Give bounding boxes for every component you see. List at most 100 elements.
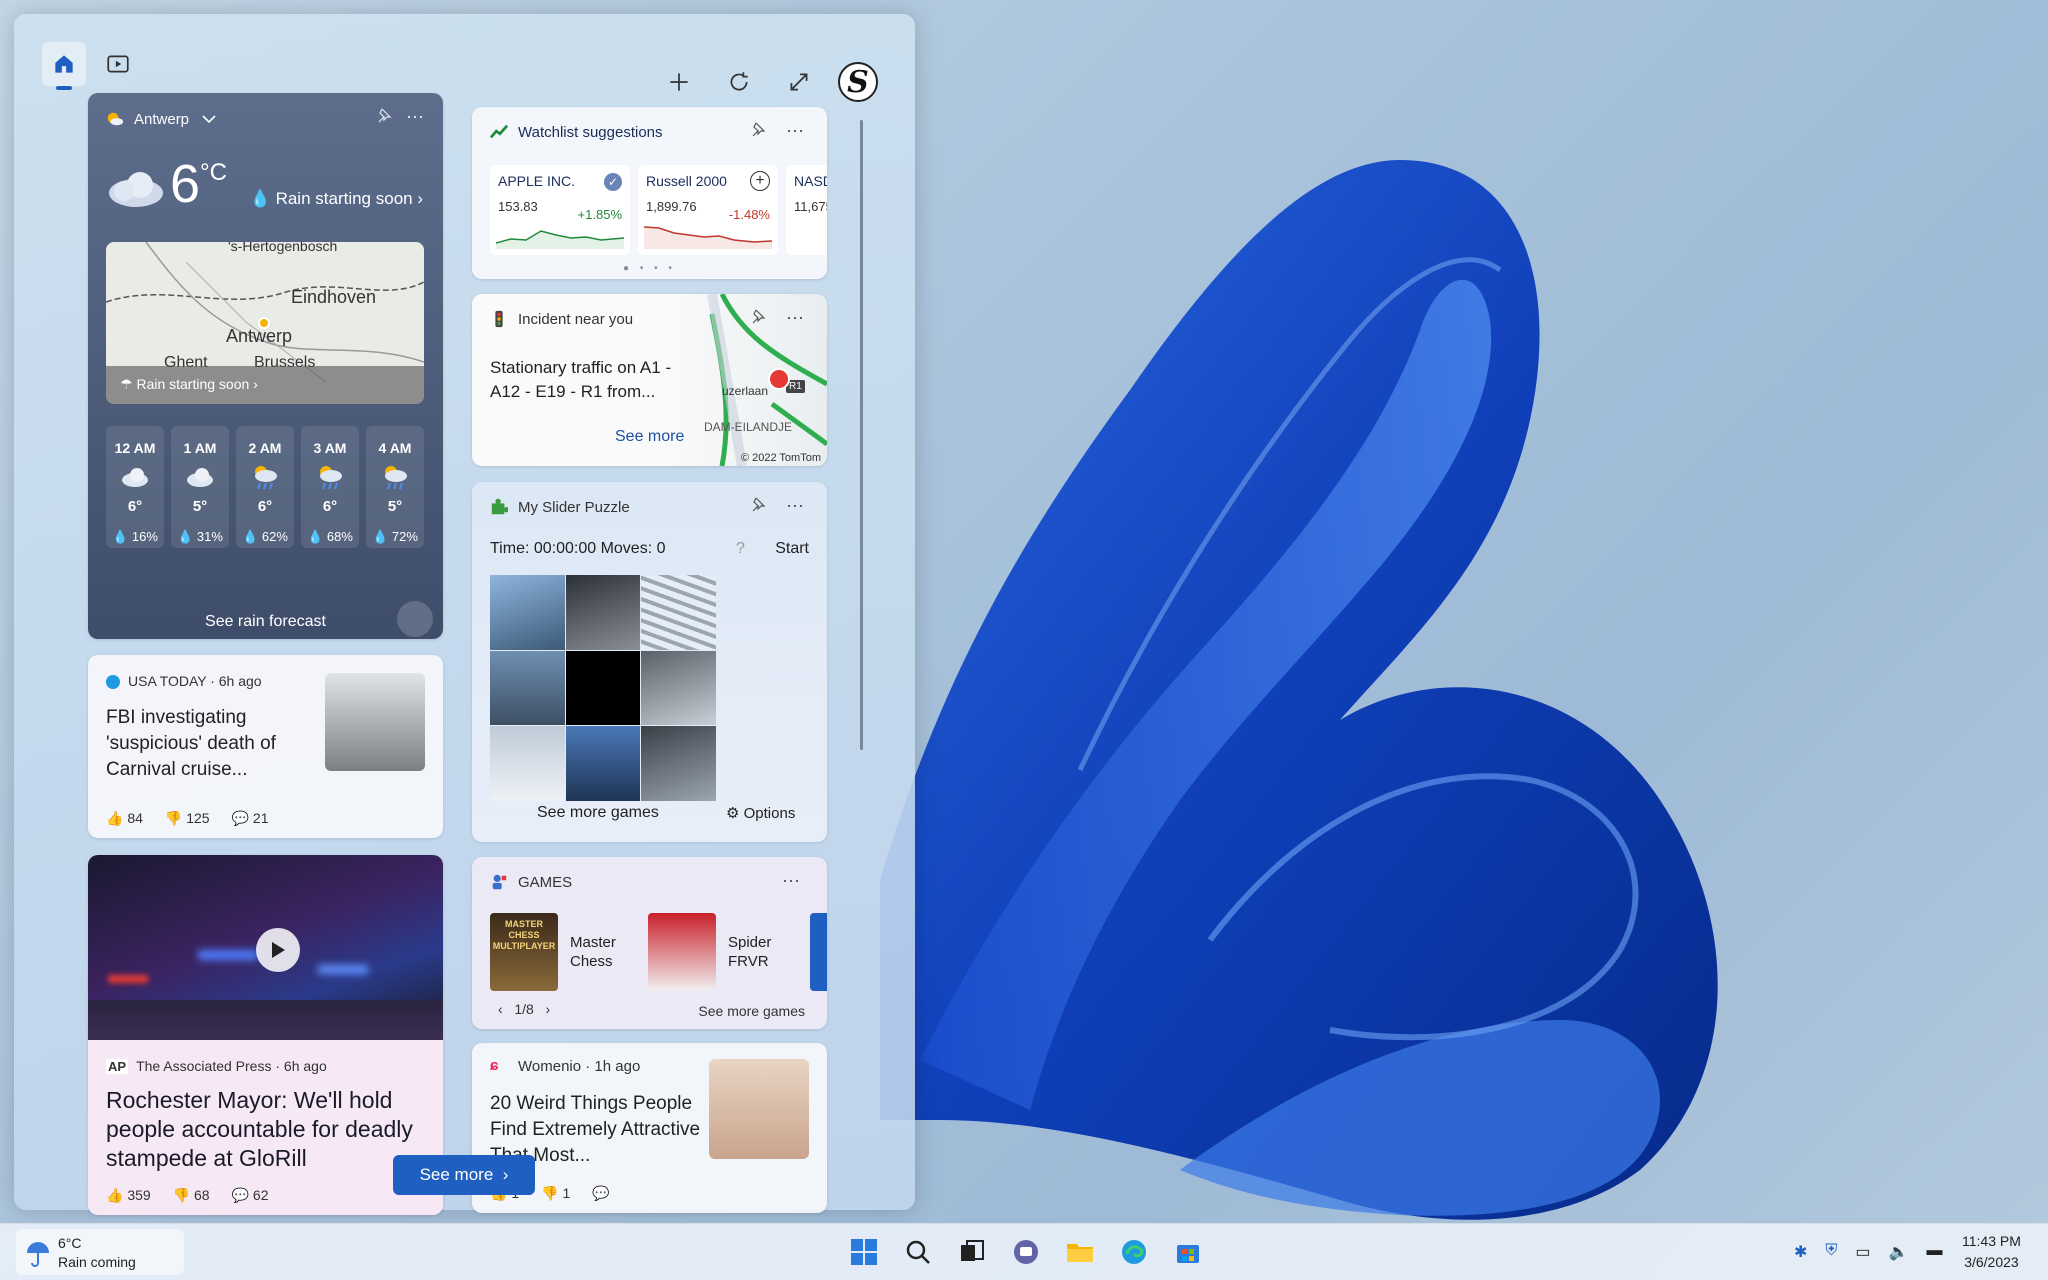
home-icon (55, 55, 73, 73)
game-item-partial[interactable] (810, 913, 827, 991)
battery-icon[interactable]: ▬ (1926, 1242, 1942, 1262)
assistant-icon[interactable] (397, 601, 433, 637)
watchlist-card[interactable]: Watchlist suggestions ⋯ APPLE INC. 153.8… (472, 107, 827, 279)
incident-marker-icon[interactable] (768, 368, 790, 390)
stock-tile[interactable]: Russell 2000 1,899.76 -1.48% + (638, 165, 778, 255)
puzzle-tile[interactable] (565, 575, 641, 650)
chevron-left-icon[interactable]: ‹ (498, 1001, 503, 1017)
dislike-button[interactable]: 👎 1 (541, 1185, 570, 1202)
check-icon[interactable]: ✓ (604, 173, 622, 191)
see-more-games-link[interactable]: See more games (698, 1003, 805, 1019)
display-icon[interactable]: ▭ (1855, 1242, 1870, 1262)
stock-tile[interactable]: NASD 11,675 (786, 165, 827, 255)
game-item[interactable]: MASTER CHESS MULTIPLAYER Master Chess (490, 913, 630, 991)
puzzle-piece-icon (491, 498, 508, 515)
like-button[interactable]: 👍 84 (106, 810, 143, 827)
weather-card[interactable]: Antwerp ⋯ 6 °C 💧 Rain starting soon › 's… (88, 93, 443, 639)
pin-icon[interactable] (750, 121, 766, 142)
map-credit: © 2022 TomTom (740, 452, 821, 464)
puzzle-tile[interactable] (641, 650, 716, 726)
games-header: GAMES (490, 873, 572, 891)
puzzle-tile[interactable] (641, 726, 716, 801)
bluetooth-icon[interactable]: ✱ (1794, 1242, 1807, 1262)
rain-night-icon (255, 466, 277, 490)
weather-map[interactable]: 's-Hertogenbosch Eindhoven Antwerp Ghent… (106, 242, 424, 404)
gear-icon: ⚙ (726, 805, 740, 822)
traffic-incident-card[interactable]: Incident near you ⋯ Stationary traffic o… (472, 294, 827, 466)
comment-button[interactable]: 💬 21 (232, 810, 269, 827)
taskbar: 6°C Rain coming ✱ ⛨ ▭ 🔈 ▬ 11:43 PM 3/6/2… (0, 1223, 2048, 1280)
add-icon[interactable]: + (750, 171, 770, 191)
comment-icon[interactable]: 💬 (592, 1185, 609, 1202)
search-button[interactable] (901, 1235, 935, 1269)
volume-icon[interactable]: 🔈 (1889, 1242, 1909, 1262)
see-more-link[interactable]: See more (615, 428, 684, 446)
edge-browser-button[interactable] (1117, 1235, 1151, 1269)
video-tab[interactable] (96, 42, 140, 86)
play-icon[interactable] (256, 928, 300, 972)
like-button[interactable]: 👍 359 (106, 1187, 151, 1204)
games-pager[interactable]: ‹ 1/8 › (498, 1001, 550, 1017)
more-options-icon[interactable]: ⋯ (406, 107, 424, 128)
add-widget-button[interactable] (657, 60, 701, 104)
puzzle-tile[interactable] (490, 726, 565, 801)
map-label: Antwerp (226, 326, 293, 346)
refresh-button[interactable] (717, 60, 761, 104)
puzzle-tile[interactable] (490, 650, 565, 726)
clock[interactable]: 11:43 PM 3/6/2023 (1962, 1231, 2021, 1273)
comment-button[interactable]: 💬 62 (232, 1187, 269, 1204)
help-icon[interactable]: ? (736, 540, 745, 558)
games-card[interactable]: GAMES ⋯ MASTER CHESS MULTIPLAYER Master … (472, 857, 827, 1029)
more-options-icon[interactable]: ⋯ (786, 121, 804, 142)
pin-icon[interactable] (376, 107, 392, 128)
hour-item[interactable]: 4 AM 5° 💧 72% (366, 426, 424, 548)
security-icon[interactable]: ⛨ (1825, 1242, 1837, 1262)
task-view-button[interactable] (955, 1235, 989, 1269)
hour-item[interactable]: 2 AM 6° 💧 62% (236, 426, 294, 548)
dislike-button[interactable]: 👎 68 (173, 1187, 210, 1204)
news-video-thumbnail[interactable] (88, 855, 443, 1040)
profile-avatar[interactable]: S (838, 62, 878, 102)
edge-icon (1122, 1240, 1146, 1264)
more-options-icon[interactable]: ⋯ (786, 496, 804, 517)
see-more-games-link[interactable]: See more games (537, 804, 659, 822)
ap-logo-icon: AP (106, 1059, 129, 1074)
home-tab[interactable] (42, 42, 86, 90)
start-button[interactable]: Start (775, 540, 809, 558)
news-card[interactable]: AP The Associated Press · 6h ago Rocheste… (88, 855, 443, 1215)
see-more-button[interactable]: See more › (393, 1155, 535, 1195)
taskbar-weather-widget[interactable]: 6°C Rain coming (16, 1229, 184, 1275)
news-card[interactable]: USA TODAY · 6h ago FBI investigating 'su… (88, 655, 443, 838)
scrollbar[interactable] (860, 120, 863, 750)
file-explorer-button[interactable] (1063, 1235, 1097, 1269)
chevron-right-icon[interactable]: › (545, 1001, 550, 1017)
dislike-button[interactable]: 👎 125 (165, 810, 210, 827)
puzzle-tile[interactable] (641, 575, 716, 650)
see-rain-forecast-link[interactable]: See rain forecast (88, 613, 443, 631)
puzzle-tile[interactable] (490, 575, 565, 650)
map-rain-bar[interactable]: ☂ Rain starting soon › (106, 366, 424, 404)
hour-item[interactable]: 3 AM 6° 💧 68% (301, 426, 359, 548)
stocks-icon (490, 124, 508, 139)
traffic-light-icon (495, 310, 503, 328)
more-options-icon[interactable]: ⋯ (786, 308, 804, 329)
stock-tile[interactable]: APPLE INC. 153.83 +1.85% ✓ (490, 165, 630, 255)
pin-icon[interactable] (750, 308, 766, 329)
rain-alert[interactable]: 💧 Rain starting soon › (250, 189, 423, 209)
news-title: FBI investigating 'suspicious' death of … (106, 707, 276, 780)
teams-chat-button[interactable] (1009, 1235, 1043, 1269)
puzzle-tile[interactable] (565, 726, 641, 801)
game-item[interactable]: Spider FRVR (648, 913, 788, 991)
hour-item[interactable]: 1 AM 5° 💧 31% (171, 426, 229, 548)
chevron-down-icon[interactable] (199, 109, 219, 129)
hour-item[interactable]: 12 AM 6° 💧 16% (106, 426, 164, 548)
start-button[interactable] (847, 1235, 881, 1269)
more-options-icon[interactable]: ⋯ (782, 871, 800, 892)
expand-button[interactable] (777, 60, 821, 104)
store-button[interactable] (1171, 1235, 1205, 1269)
incident-header: Incident near you (490, 310, 633, 328)
pin-icon[interactable] (750, 496, 766, 517)
slider-puzzle-card[interactable]: My Slider Puzzle ⋯ Time: 00:00:00 Moves:… (472, 482, 827, 842)
options-button[interactable]: ⚙ Options (726, 804, 795, 822)
pager-dots[interactable]: ● • • • (472, 263, 827, 274)
